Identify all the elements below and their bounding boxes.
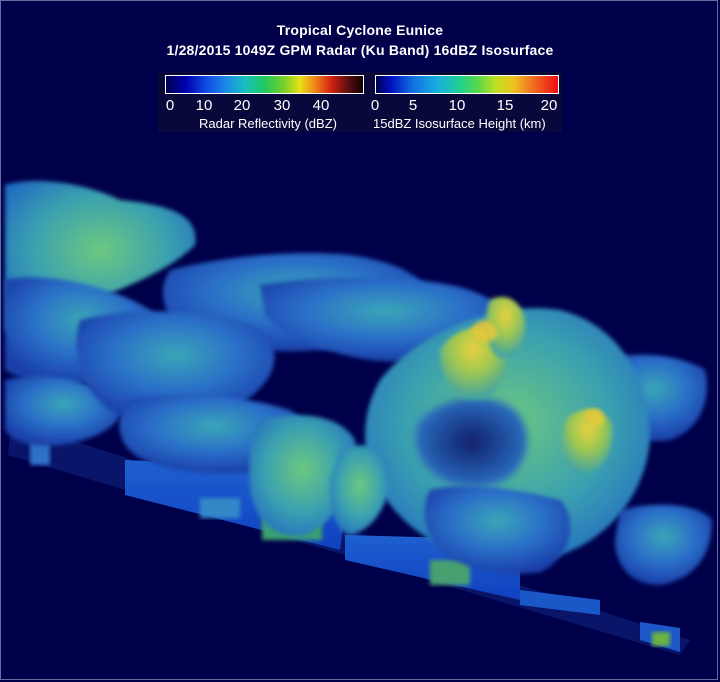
height-tick: 10 bbox=[448, 97, 466, 114]
height-tick: 5 bbox=[408, 97, 418, 114]
reflectivity-colorbar-label: Radar Reflectivity (dBZ) bbox=[199, 116, 337, 131]
reflectivity-tick: 20 bbox=[233, 97, 251, 114]
reflectivity-tick: 10 bbox=[195, 97, 213, 114]
height-tick: 20 bbox=[540, 97, 558, 114]
image-subtitle: 1/28/2015 1049Z GPM Radar (Ku Band) 16dB… bbox=[166, 42, 554, 58]
height-colorbar-label: 15dBZ Isosurface Height (km) bbox=[373, 116, 546, 131]
height-tick: 15 bbox=[496, 97, 514, 114]
image-title: Tropical Cyclone Eunice bbox=[276, 22, 444, 38]
reflectivity-tick: 30 bbox=[273, 97, 291, 114]
reflectivity-tick: 0 bbox=[165, 97, 175, 114]
reflectivity-tick: 40 bbox=[312, 97, 330, 114]
height-tick: 0 bbox=[370, 97, 380, 114]
reflectivity-colorbar bbox=[165, 75, 364, 94]
isosurface-height-colorbar bbox=[375, 75, 559, 94]
